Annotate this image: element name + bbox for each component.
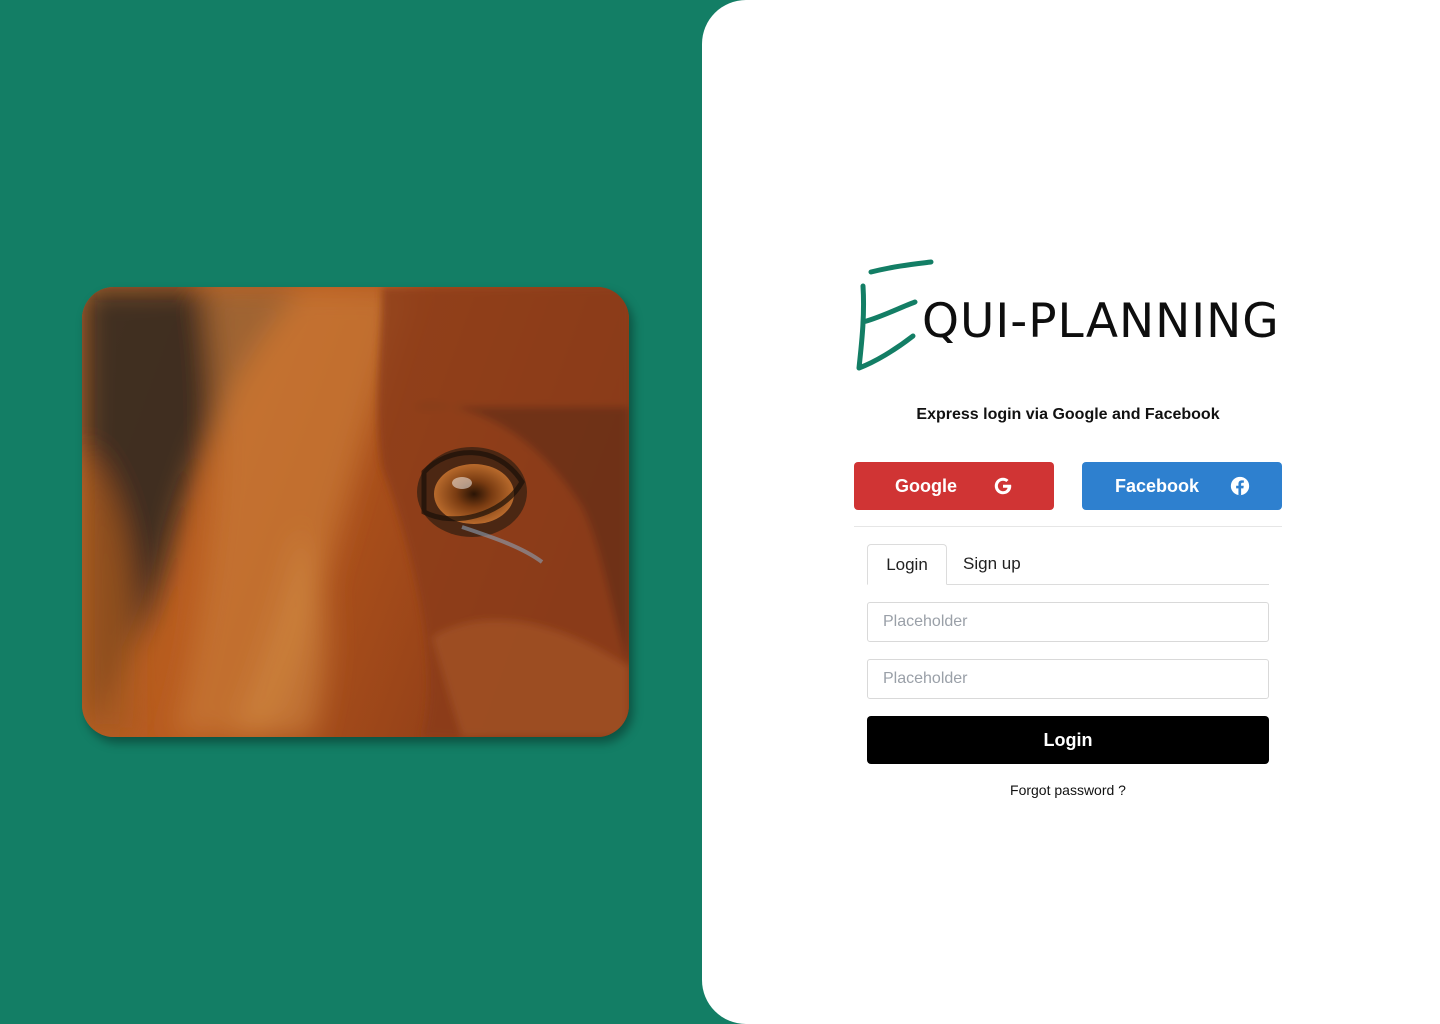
login-field-1[interactable] xyxy=(867,602,1269,642)
facebook-button-label: Facebook xyxy=(1115,476,1200,496)
google-button-label: Google xyxy=(895,476,957,496)
login-field-2[interactable] xyxy=(867,659,1269,699)
tab-login[interactable]: Login xyxy=(867,544,947,585)
facebook-login-button[interactable]: Facebook xyxy=(1082,462,1282,510)
login-button[interactable]: Login xyxy=(867,716,1269,764)
tab-signup[interactable]: Sign up xyxy=(963,544,1021,584)
express-login-text: Express login via Google and Facebook xyxy=(916,406,1220,423)
horse-eye-image xyxy=(82,287,629,737)
login-panel xyxy=(702,0,1440,1024)
horse-eye-photo xyxy=(82,287,629,737)
divider xyxy=(854,526,1282,527)
google-login-button[interactable]: Google xyxy=(854,462,1054,510)
google-g-icon xyxy=(994,477,1012,495)
left-panel xyxy=(0,0,720,1024)
brand-name: QUI-PLANNING xyxy=(922,294,1280,349)
forgot-password-link[interactable]: Forgot password ? xyxy=(867,780,1269,800)
facebook-icon xyxy=(1230,476,1250,496)
